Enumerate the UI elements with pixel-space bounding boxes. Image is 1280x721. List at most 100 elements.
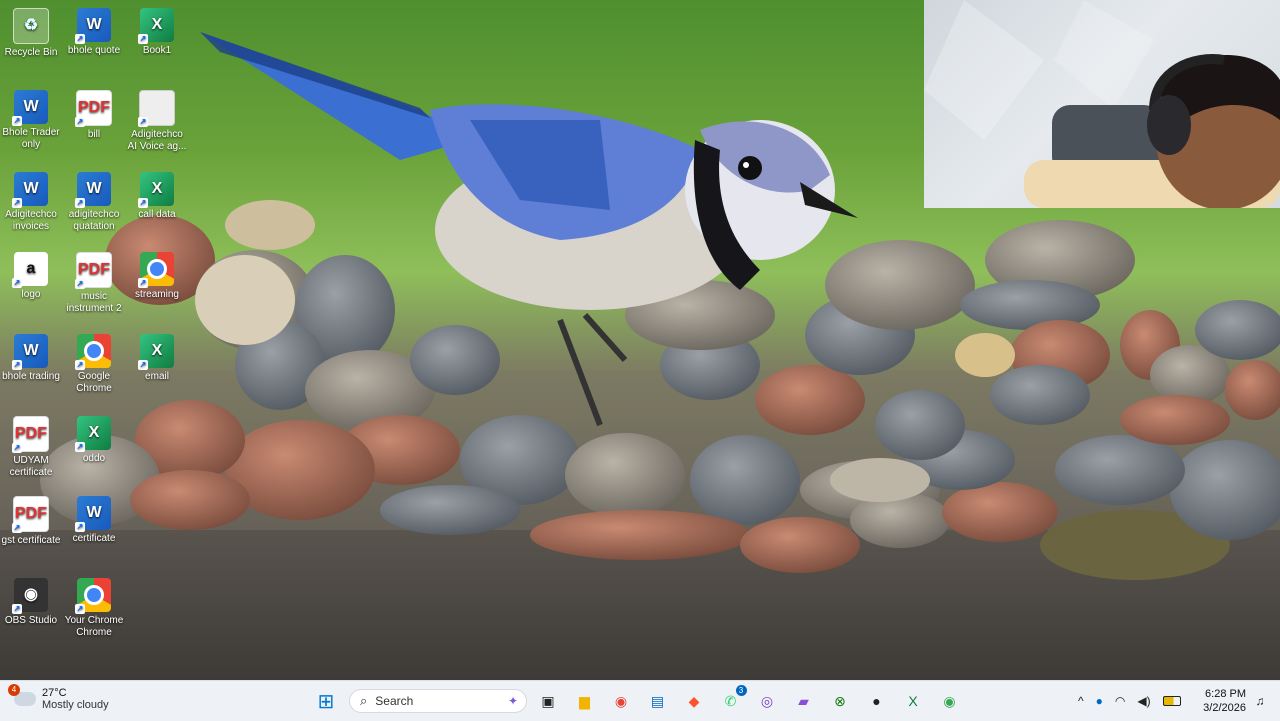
desktop-icon[interactable]: W ↗ bhole trading <box>0 334 62 383</box>
desktop-icon[interactable]: ◉ ↗ OBS Studio <box>0 578 62 627</box>
search-input[interactable]: ⌕ Search ✦ <box>349 689 527 713</box>
word-file-icon: W ↗ <box>12 90 48 126</box>
recycle-file-icon: ♻ <box>13 8 49 44</box>
shortcut-arrow-icon: ↗ <box>12 116 22 126</box>
shortcut-arrow-icon: ↗ <box>75 198 85 208</box>
taskbar-xbox-button[interactable]: ⊗ <box>828 689 852 713</box>
taskbar-brave-button[interactable]: ◆ <box>682 689 706 713</box>
obs-file-icon: ◉ ↗ <box>12 578 48 614</box>
cloud-icon: 4 <box>8 684 36 706</box>
desktop-icon-label: bhole quote <box>67 45 121 56</box>
desktop-icon-label: gst certificate <box>1 535 61 546</box>
weather-temp: 27°C <box>42 687 67 699</box>
desktop-icon[interactable]: a ↗ logo <box>0 252 62 301</box>
pdf-file-icon: PDF ↗ <box>75 90 112 127</box>
desktop-icon-label: logo <box>21 289 41 300</box>
taskbar-file-explorer-button[interactable]: ▆ <box>573 689 597 713</box>
file-explorer-icon: ▆ <box>579 692 590 709</box>
obs-icon: ● <box>872 693 881 709</box>
microphone-icon[interactable]: ● <box>1096 694 1103 708</box>
shortcut-arrow-icon: ↗ <box>138 117 148 127</box>
desktop-icon-label: UDYAM certificate <box>9 455 53 478</box>
excel-file-icon: X ↗ <box>138 334 174 370</box>
desktop-icon[interactable]: ♻ Recycle Bin <box>0 8 62 59</box>
weather-badge: 4 <box>8 684 20 696</box>
taskbar-clipchamp-button[interactable]: ▰ <box>792 689 816 713</box>
system-tray: ^ ● ◠ ◀) <box>1078 681 1181 721</box>
shortcut-arrow-icon: ↗ <box>75 360 85 370</box>
desktop-icon-label: streaming <box>135 289 179 300</box>
desktop-icon[interactable]: X ↗ call data <box>126 172 188 221</box>
desktop-icon-label: bill <box>87 129 101 140</box>
desktop-icon[interactable]: X ↗ email <box>126 334 188 383</box>
desktop-icon-label: adigitechco quatation <box>68 209 120 232</box>
desktop-icon-label: oddo <box>82 453 106 464</box>
excel-file-icon: X ↗ <box>75 416 111 452</box>
desktop-icon[interactable]: PDF ↗ gst certificate <box>0 496 62 547</box>
desktop-icon[interactable]: W ↗ Bhole Trader only <box>0 90 62 151</box>
taskbar-camera-app-button[interactable]: ◎ <box>755 689 779 713</box>
shortcut-arrow-icon: ↗ <box>12 278 22 288</box>
desktop-icon[interactable]: ↗ streaming <box>126 252 188 301</box>
clock[interactable]: 6:28 PM 3/2/2026 <box>1200 687 1246 715</box>
desktop-icon[interactable]: W ↗ certificate <box>63 496 125 545</box>
shortcut-arrow-icon: ↗ <box>138 198 148 208</box>
taskbar-whatsapp-button[interactable]: ✆ 3 <box>719 685 747 713</box>
desktop-icon[interactable]: ↗ Adigitechco AI Voice ag... <box>126 90 188 153</box>
desktop-icon-label: Adigitechco invoices <box>5 209 57 232</box>
desktop-icon-label: Recycle Bin <box>4 47 58 58</box>
battery-icon[interactable] <box>1162 696 1181 706</box>
search-icon: ⌕ <box>360 693 368 708</box>
taskbar-excel-button[interactable]: X <box>901 689 925 713</box>
shortcut-arrow-icon: ↗ <box>75 117 85 127</box>
word-file-icon: W ↗ <box>12 172 48 208</box>
desktop-icon[interactable]: PDF ↗ UDYAM certificate <box>0 416 62 479</box>
pdf-file-icon: PDF ↗ <box>75 252 112 289</box>
shortcut-arrow-icon: ↗ <box>12 443 22 453</box>
desktop-icon[interactable]: ↗ Google Chrome <box>63 334 125 395</box>
search-highlight-icon: ✦ <box>507 694 518 708</box>
desktop-icon-label: Adigitechco AI Voice ag... <box>127 129 187 152</box>
chevron-up-icon[interactable]: ^ <box>1078 694 1084 708</box>
webcam-overlay <box>924 0 1280 208</box>
taskbar-chrome-profile-button[interactable]: ◉ <box>938 689 962 713</box>
thumb-file-icon: ↗ <box>138 90 175 127</box>
desktop-icon-label: Your Chrome Chrome <box>64 615 124 638</box>
pdf-file-icon: PDF ↗ <box>12 496 49 533</box>
store-icon: ▤ <box>650 692 665 709</box>
wifi-icon[interactable]: ◠ <box>1115 694 1125 708</box>
chrome-file-icon: ↗ <box>138 252 174 288</box>
weather-widget[interactable]: 4 27°C Mostly cloudy <box>8 684 109 711</box>
desktop-icon[interactable]: ↗ Your Chrome Chrome <box>63 578 125 639</box>
desktop-icon[interactable]: W ↗ Adigitechco invoices <box>0 172 62 233</box>
desktop-icon[interactable]: W ↗ bhole quote <box>63 8 125 57</box>
notification-bell-icon[interactable]: ♫ <box>1248 689 1272 713</box>
desktop-icon-label: music instrument 2 <box>66 291 122 314</box>
chrome-file-icon: ↗ <box>75 334 111 370</box>
taskbar-task-view-button[interactable]: ▣ <box>536 689 560 713</box>
shortcut-arrow-icon: ↗ <box>75 34 85 44</box>
taskbar-obs-button[interactable]: ● <box>865 689 889 713</box>
desktop-icon[interactable]: X ↗ oddo <box>63 416 125 465</box>
volume-icon[interactable]: ◀) <box>1137 694 1150 708</box>
clock-date: 3/2/2026 <box>1203 702 1246 714</box>
taskbar: 4 27°C Mostly cloudy ⊞ ⌕ Search ✦ ▣ ▆ ◉ ▤ ◆ ✆… <box>0 680 1280 721</box>
desktop-icon[interactable]: X ↗ Book1 <box>126 8 188 57</box>
taskbar-chrome-button[interactable]: ◉ <box>609 689 633 713</box>
word-file-icon: W ↗ <box>75 172 111 208</box>
taskbar-store-button[interactable]: ▤ <box>646 689 670 713</box>
whatsapp-icon: ✆ <box>724 692 737 709</box>
desktop-icon[interactable]: PDF ↗ music instrument 2 <box>63 252 125 315</box>
desktop-icon[interactable]: W ↗ adigitechco quatation <box>63 172 125 233</box>
shortcut-arrow-icon: ↗ <box>12 198 22 208</box>
xbox-icon: ⊗ <box>834 692 846 709</box>
desktop-icon-label: certificate <box>72 533 116 544</box>
clock-time: 6:28 PM <box>1205 688 1246 700</box>
start-button[interactable]: ⊞ <box>314 689 338 713</box>
desktop-icon-label: OBS Studio <box>4 615 58 626</box>
shortcut-arrow-icon: ↗ <box>75 279 85 289</box>
weather-condition: Mostly cloudy <box>42 699 109 711</box>
excel-icon: X <box>908 693 918 709</box>
excel-file-icon: X ↗ <box>138 8 174 44</box>
desktop-icon[interactable]: PDF ↗ bill <box>63 90 125 141</box>
